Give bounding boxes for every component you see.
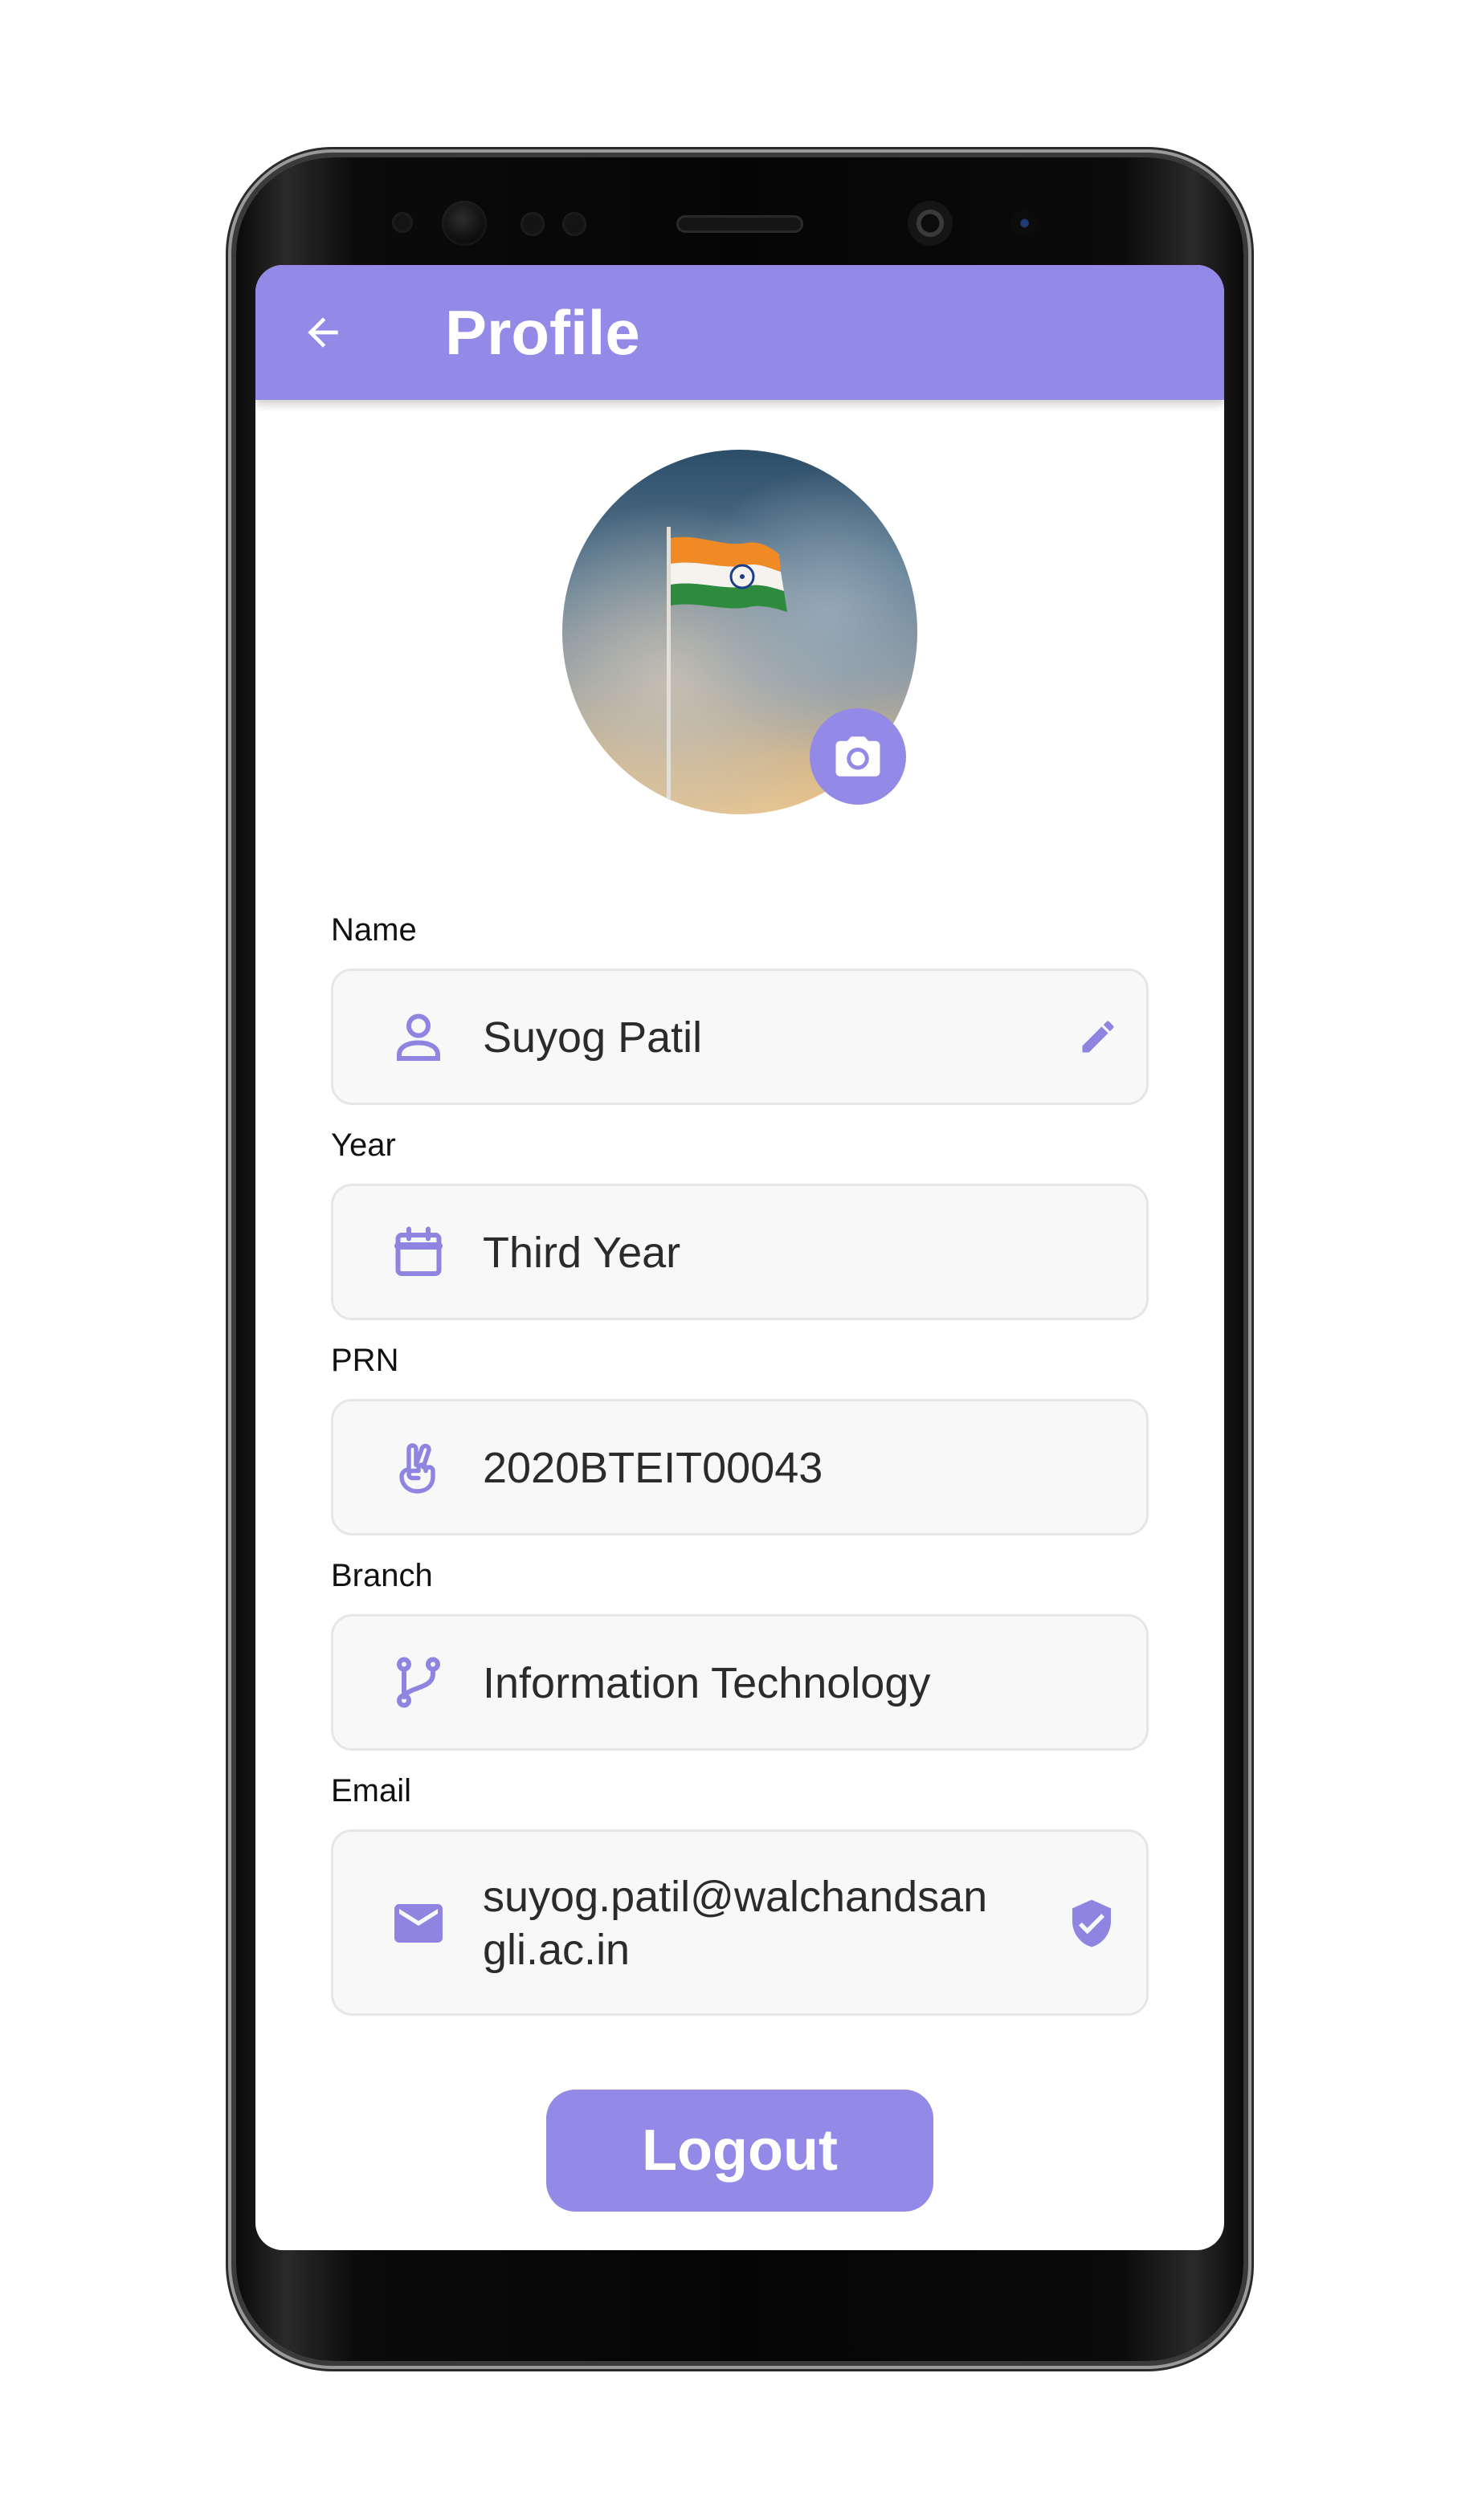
page-title: Profile <box>445 297 640 368</box>
secondary-sensor <box>1010 210 1036 236</box>
app-screen: Profile Name Suyog Patil Year Third Year… <box>255 265 1224 2250</box>
logout-button[interactable]: Logout <box>546 2090 933 2212</box>
git-branch-icon <box>390 1653 447 1711</box>
branch-field[interactable]: Information Technology <box>331 1614 1149 1751</box>
email-value-line1: suyog.patil@walchandsan <box>483 1873 988 1921</box>
edit-pencil-icon[interactable] <box>1072 1011 1124 1062</box>
device-frame: Profile Name Suyog Patil Year Third Year… <box>0 0 1482 2520</box>
power-button <box>1243 843 1251 977</box>
app-bar: Profile <box>255 265 1224 400</box>
iris-sensor <box>442 201 487 246</box>
change-photo-button[interactable] <box>810 708 906 805</box>
proximity-sensor <box>392 212 413 233</box>
prn-value: 2020BTEIT00043 <box>483 1444 823 1492</box>
email-value-line2: gli.ac.in <box>483 1926 631 1974</box>
verified-shield-icon <box>1066 1898 1117 1949</box>
prn-field[interactable]: 2020BTEIT00043 <box>331 1399 1149 1535</box>
year-field[interactable]: Third Year <box>331 1184 1149 1320</box>
name-label: Name <box>331 912 417 948</box>
light-sensor <box>521 212 545 236</box>
mail-icon <box>390 1894 447 1952</box>
branch-label: Branch <box>331 1558 433 1593</box>
name-field[interactable]: Suyog Patil <box>331 968 1149 1105</box>
year-label: Year <box>331 1127 396 1163</box>
calendar-icon <box>390 1223 447 1281</box>
light-sensor-2 <box>562 212 586 236</box>
prn-label: PRN <box>331 1343 399 1378</box>
arrow-back-icon <box>308 317 338 348</box>
back-button[interactable] <box>297 307 349 358</box>
person-icon <box>390 1008 447 1066</box>
year-value: Third Year <box>483 1229 681 1277</box>
earpiece-speaker <box>676 215 803 233</box>
branch-value: Information Technology <box>483 1659 931 1707</box>
front-camera <box>908 201 953 246</box>
camera-icon <box>835 736 880 777</box>
email-field[interactable]: suyog.patil@walchandsan gli.ac.in <box>331 1829 1149 2016</box>
email-label: Email <box>331 1773 412 1808</box>
hand-peace-icon <box>390 1438 447 1496</box>
name-value: Suyog Patil <box>483 1013 703 1062</box>
